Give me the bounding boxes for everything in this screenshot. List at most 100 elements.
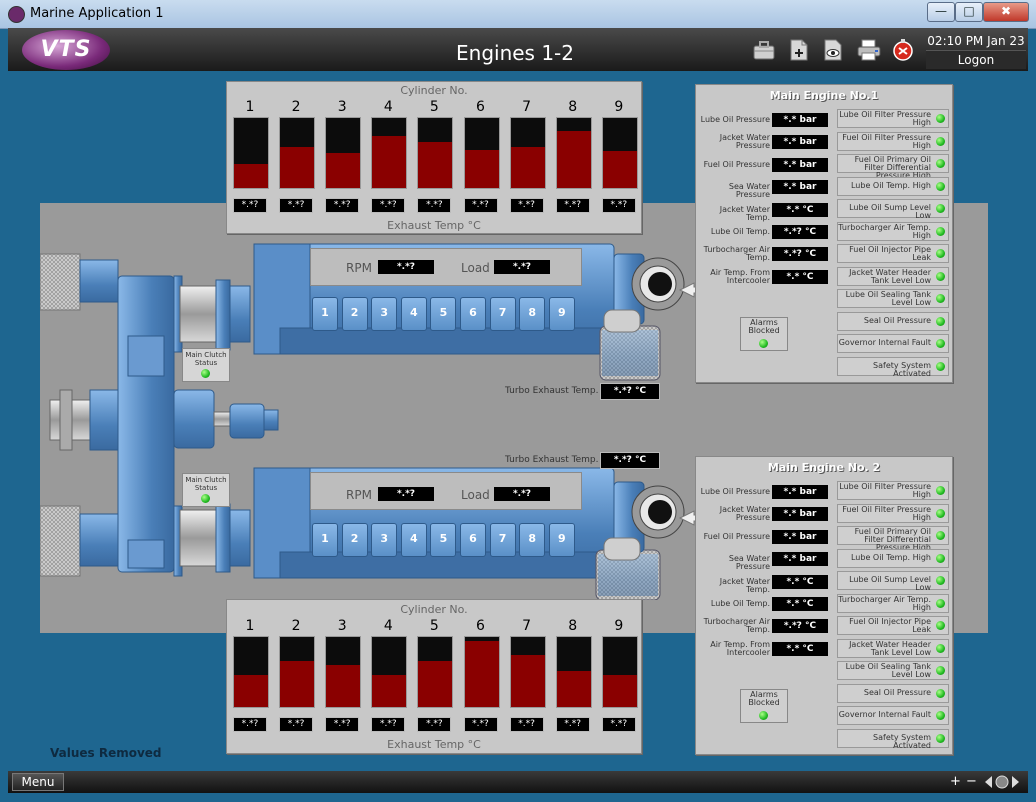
alarm-indicator[interactable]: Fuel Oil Filter Pressure High xyxy=(837,131,949,151)
reading-label: Jacket Water Temp. xyxy=(719,204,770,222)
cylinder-temp-value: *.*? xyxy=(325,717,360,732)
main-engine-title: Main Engine No. 2 xyxy=(767,461,881,474)
reading-label: Jacket Water Pressure xyxy=(719,133,770,151)
engine-cylinder-tile: 6 xyxy=(460,297,486,331)
engine-1-rpm-label: RPM xyxy=(346,261,372,275)
alarm-label: Lube Oil Temp. High xyxy=(850,552,931,562)
engine-cylinder-tile: 3 xyxy=(371,523,398,557)
alarm-label: Lube Oil Sealing Tank Level Low xyxy=(845,290,931,307)
cylinder-temp-value: *.*? xyxy=(555,198,590,213)
reading-label: Turbocharger Air Temp. xyxy=(703,245,770,263)
alarms-blocked-indicator[interactable]: Alarms Blocked xyxy=(740,689,788,723)
print-icon[interactable] xyxy=(856,38,882,62)
engine-2-load-value: *.*? xyxy=(494,487,550,501)
add-document-icon[interactable] xyxy=(787,38,811,62)
reading-label: Air Temp. From Intercooler xyxy=(710,267,770,285)
cylinder-temp-fill xyxy=(556,131,591,188)
alarm-label: Lube Oil Sealing Tank Level Low xyxy=(845,662,931,679)
briefcase-icon[interactable] xyxy=(752,38,776,62)
engine-1-load-value: *.*? xyxy=(494,260,550,274)
alarm-indicator[interactable]: Lube Oil Filter Pressure High xyxy=(837,109,949,128)
alarm-indicator[interactable]: Fuel Oil Injector Pipe Leak xyxy=(837,616,949,635)
alarm-indicator[interactable]: Governor Internal Fault xyxy=(837,334,949,353)
reading-value: *.* bar xyxy=(772,529,828,544)
reading-label: Lube Oil Temp. xyxy=(710,227,770,236)
engine-2-turbo-value: *.*? °C xyxy=(600,452,660,469)
alarm-indicator[interactable]: Jacket Water Header Tank Level Low xyxy=(837,266,949,286)
alarm-indicator[interactable]: Safety System Activated xyxy=(837,728,949,749)
engine-2-clutch-status[interactable]: Main Clutch Status xyxy=(182,473,230,507)
alarm-indicator[interactable]: Lube Oil Temp. High xyxy=(837,176,949,196)
alarm-indicator[interactable]: Turbocharger Air Temp. High xyxy=(837,221,949,241)
alarm-indicator[interactable]: Lube Oil Filter Pressure High xyxy=(837,481,949,500)
cylinder-temp-fill xyxy=(372,136,407,188)
cylinder-number: 1 xyxy=(245,99,255,115)
alarm-indicator[interactable]: Fuel Oil Primary Oil Filter Differential… xyxy=(837,526,949,552)
alarm-indicator[interactable]: Fuel Oil Filter Pressure High xyxy=(837,503,949,523)
alarm-label: Jacket Water Header Tank Level Low xyxy=(849,267,931,285)
alarm-label: Lube Oil Sump Level Low xyxy=(849,203,931,220)
cylinder-temp-fill xyxy=(372,675,407,707)
gearbox xyxy=(117,275,175,573)
engine-1-rpm-value: *.*? xyxy=(378,260,434,274)
alarm-indicator[interactable]: Lube Oil Sump Level Low xyxy=(837,199,949,220)
alarms-blocked-label: Alarms Blocked xyxy=(748,318,780,335)
zoom-in-icon[interactable]: + xyxy=(950,775,961,789)
alarm-indicator[interactable]: Jacket Water Header Tank Level Low xyxy=(837,638,949,658)
menu-button[interactable]: Menu xyxy=(12,773,64,791)
logon-button[interactable]: Logon xyxy=(926,50,1026,69)
alarm-indicator[interactable]: Seal Oil Pressure xyxy=(837,683,949,703)
alarm-indicator[interactable]: Seal Oil Pressure xyxy=(837,311,949,331)
alarm-led xyxy=(936,531,945,540)
alarm-indicator[interactable]: Fuel Oil Primary Oil Filter Differential… xyxy=(837,154,949,180)
alarm-indicator[interactable]: Turbocharger Air Temp. High xyxy=(837,593,949,613)
alarm-led xyxy=(936,159,945,168)
reading-label: Lube Oil Pressure xyxy=(700,115,770,124)
zoom-out-icon[interactable]: − xyxy=(966,775,977,789)
engine-cylinder-tile: 4 xyxy=(400,523,427,557)
alarm-indicator[interactable]: Lube Oil Sump Level Low xyxy=(837,571,949,592)
reading-value: *.* bar xyxy=(772,485,828,499)
reading-value: *.* bar xyxy=(772,180,828,195)
alarm-label: Lube Oil Temp. High xyxy=(850,180,931,190)
alarm-led xyxy=(936,294,945,303)
cylinder-temp-fill xyxy=(602,151,637,188)
alarm-indicator[interactable]: Lube Oil Sealing Tank Level Low xyxy=(837,289,949,308)
alarm-led xyxy=(936,316,945,326)
alarm-off-icon[interactable] xyxy=(891,38,915,62)
cylinder-temp-bar xyxy=(325,636,362,708)
navigation-icon[interactable] xyxy=(984,774,1020,790)
cylinder-temp-value: *.*? xyxy=(325,198,360,213)
page-title: Engines 1-2 xyxy=(456,41,574,65)
alarm-label: Seal Oil Pressure xyxy=(863,315,931,325)
alarm-indicator[interactable]: Safety System Activated xyxy=(837,356,949,377)
cylinder-number: 4 xyxy=(383,99,393,115)
alarm-indicator[interactable]: Lube Oil Sealing Tank Level Low xyxy=(837,661,949,680)
engine-2-rpm-value: *.*? xyxy=(378,487,434,501)
maximize-button[interactable]: □ xyxy=(955,2,983,22)
cylinder-number: 4 xyxy=(383,618,393,634)
alarms-blocked-indicator[interactable]: Alarms Blocked xyxy=(740,317,788,351)
minimize-button[interactable]: — xyxy=(927,2,955,22)
cylinder-temp-value: *.*? xyxy=(555,717,590,732)
values-removed-note: Values Removed xyxy=(50,746,162,760)
alarm-indicator[interactable]: Fuel Oil Injector Pipe Leak xyxy=(837,244,949,263)
engine-1-clutch-status[interactable]: Main Clutch Status xyxy=(182,348,230,382)
shaft-upper xyxy=(40,253,81,311)
close-button[interactable]: ✖ xyxy=(983,2,1029,22)
alarm-led xyxy=(936,621,945,630)
view-document-icon[interactable] xyxy=(821,38,845,62)
cylinder-temp-fill xyxy=(326,665,361,707)
alarm-indicator[interactable]: Governor Internal Fault xyxy=(837,706,949,725)
cylinder-temp-bar xyxy=(555,636,592,708)
cylinder-temp-value: *.*? xyxy=(371,198,406,213)
alarm-indicator[interactable]: Lube Oil Temp. High xyxy=(837,548,949,568)
cylinder-temp-fill xyxy=(326,153,361,188)
clutch-status-label: Main Clutch Status xyxy=(185,351,227,367)
reading-value: *.* °C xyxy=(772,641,828,656)
app-icon xyxy=(8,6,25,23)
cylinder-temp-value: *.*? xyxy=(509,717,544,732)
alarm-led xyxy=(936,114,945,123)
cylinder-temp-value: *.*? xyxy=(601,717,636,732)
cylinder-temp-value: *.*? xyxy=(233,717,267,732)
